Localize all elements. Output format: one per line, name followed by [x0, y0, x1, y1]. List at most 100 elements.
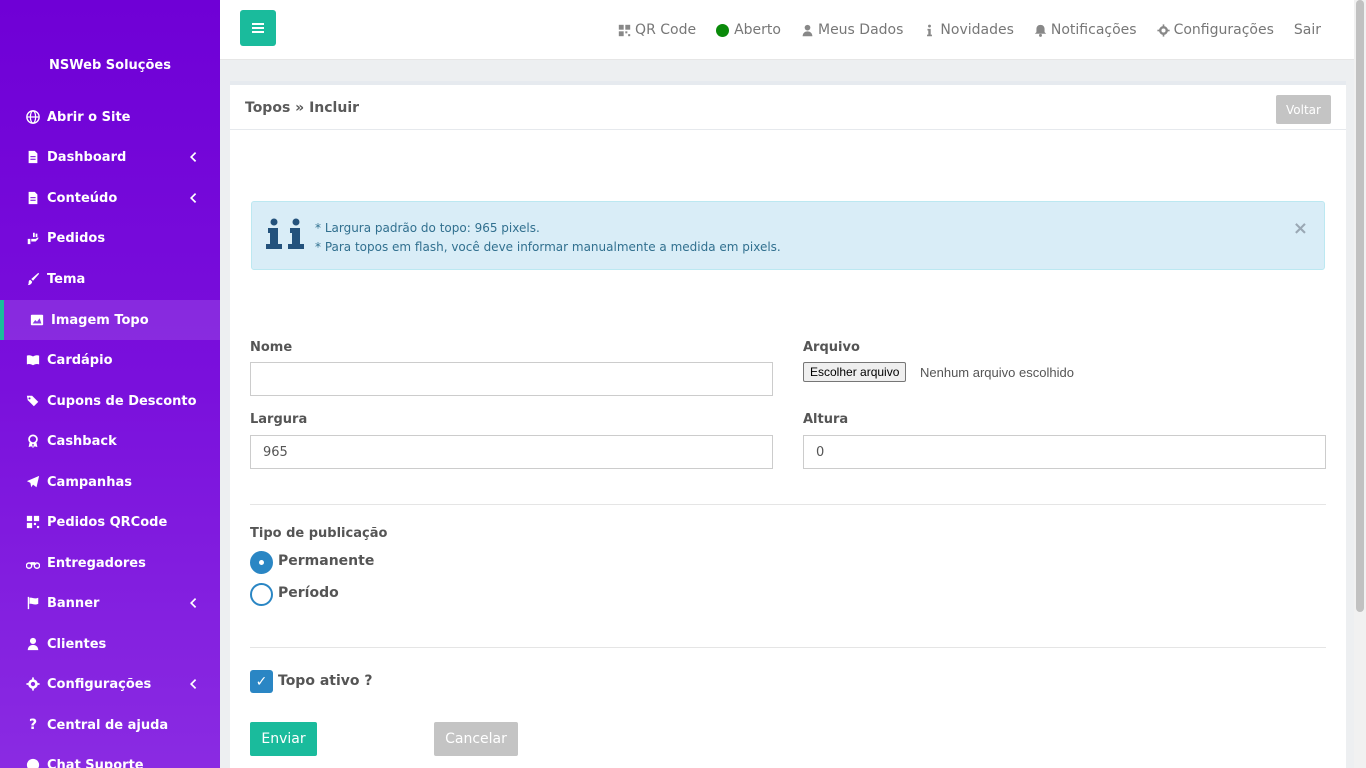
radio-permanent-label: Permanente: [278, 553, 375, 569]
scrollbar[interactable]: [1354, 0, 1366, 768]
choose-file-button[interactable]: Escolher arquivo: [803, 362, 907, 382]
flag-icon: [25, 595, 41, 611]
menu-toggle-button[interactable]: [240, 10, 276, 46]
radio-period-label: Período: [278, 585, 339, 601]
hand-icon: [25, 230, 41, 246]
qr-code-link[interactable]: QR Code: [618, 22, 696, 38]
sidebar-item-imagem-topo[interactable]: Imagem Topo: [0, 300, 220, 340]
topbar: QR Code Aberto Meus Dados Novidades Noti…: [220, 0, 1354, 60]
sidebar-item-label: Conteúdo: [47, 190, 118, 206]
gear-icon: [25, 676, 41, 692]
width-input[interactable]: [250, 435, 773, 469]
sidebar-item-configuracoes[interactable]: Configurações: [0, 664, 220, 704]
qrcode-icon: [618, 24, 631, 36]
sidebar-item-entregadores[interactable]: Entregadores: [0, 543, 220, 583]
radio-period[interactable]: [250, 583, 273, 606]
document-icon: [25, 149, 41, 165]
sidebar-item-pedidos[interactable]: Pedidos: [0, 218, 220, 258]
sidebar-item-label: Cupons de Desconto: [47, 393, 197, 409]
image-icon: [29, 312, 45, 328]
notifications-link[interactable]: Notificações: [1034, 22, 1137, 38]
sidebar-item-cardapio[interactable]: Cardápio: [0, 340, 220, 380]
main-panel: Topos » Incluir Voltar * Largura padrão …: [230, 81, 1346, 768]
close-icon[interactable]: ×: [1293, 218, 1308, 239]
motorcycle-icon: [25, 555, 41, 571]
sidebar-item-label: Cardápio: [47, 352, 113, 368]
settings-link[interactable]: Configurações: [1156, 22, 1274, 38]
divider: [250, 504, 1326, 505]
sidebar-item-label: Dashboard: [47, 149, 127, 165]
sidebar-item-label: Tema: [47, 271, 86, 287]
sidebar-item-label: Banner: [47, 595, 100, 611]
status-dot-icon: [716, 23, 730, 37]
publication-type-label: Tipo de publicação: [250, 526, 388, 541]
qr-code-label: QR Code: [635, 22, 697, 38]
alert-line: * Para topos em flash, você deve informa…: [315, 240, 781, 254]
file-label: Arquivo: [803, 340, 860, 355]
sidebar-item-banner[interactable]: Banner: [0, 583, 220, 623]
sidebar-item-abrir-site[interactable]: Abrir o Site: [0, 97, 220, 137]
user-icon: [802, 24, 813, 36]
top-navigation: QR Code Aberto Meus Dados Novidades Noti…: [618, 0, 1354, 60]
width-label: Largura: [250, 412, 308, 427]
sidebar-item-dashboard[interactable]: Dashboard: [0, 137, 220, 177]
sidebar-item-chat-suporte[interactable]: Chat Suporte: [0, 745, 220, 768]
chevron-left-icon: [188, 150, 202, 164]
status-label: Aberto: [734, 22, 781, 38]
sidebar-item-central-ajuda[interactable]: ? Central de ajuda: [0, 705, 220, 745]
active-label: Topo ativo ?: [278, 673, 373, 689]
my-data-label: Meus Dados: [817, 22, 904, 38]
user-icon: [25, 636, 41, 652]
sidebar-item-label: Pedidos QRCode: [47, 514, 168, 530]
book-icon: [25, 352, 41, 368]
sidebar-item-clientes[interactable]: Clientes: [0, 624, 220, 664]
tags-icon: [25, 393, 41, 409]
active-checkbox[interactable]: ✓: [250, 670, 273, 693]
news-label: Novidades: [940, 22, 1014, 38]
radio-permanent[interactable]: [250, 551, 273, 574]
sidebar-item-pedidos-qrcode[interactable]: Pedidos QRCode: [0, 502, 220, 542]
sidebar-item-label: Clientes: [47, 636, 107, 652]
brand-name: NSWeb Soluções: [49, 57, 171, 73]
submit-button[interactable]: Enviar: [250, 722, 317, 756]
award-icon: [25, 433, 41, 449]
sidebar-item-tema[interactable]: Tema: [0, 259, 220, 299]
sidebar-item-campanhas[interactable]: Campanhas: [0, 462, 220, 502]
divider: [250, 647, 1326, 648]
sidebar-item-conteudo[interactable]: Conteúdo: [0, 178, 220, 218]
check-icon: ✓: [255, 673, 268, 690]
height-label: Altura: [803, 412, 849, 427]
cancel-button[interactable]: Cancelar: [434, 722, 518, 756]
logout-link[interactable]: Sair: [1294, 22, 1321, 38]
status-indicator[interactable]: Aberto: [716, 22, 781, 38]
sidebar-item-label: Imagem Topo: [51, 312, 149, 328]
back-button[interactable]: Voltar: [1276, 95, 1331, 124]
chevron-left-icon: [188, 191, 202, 205]
info-icon: [265, 218, 309, 250]
question-icon: ?: [28, 717, 38, 733]
sidebar-item-label: Abrir o Site: [47, 109, 131, 125]
sidebar-item-cashback[interactable]: Cashback: [0, 421, 220, 461]
sidebar-item-label: Cashback: [47, 433, 117, 449]
sidebar-item-cupons[interactable]: Cupons de Desconto: [0, 381, 220, 421]
globe-icon: [25, 109, 41, 125]
brush-icon: [25, 271, 41, 287]
chevron-left-icon: [188, 596, 202, 610]
hamburger-icon: [252, 23, 264, 33]
my-data-link[interactable]: Meus Dados: [801, 22, 903, 38]
news-link[interactable]: Novidades: [923, 22, 1014, 38]
notifications-label: Notificações: [1050, 22, 1137, 38]
scrollbar-thumb[interactable]: [1356, 0, 1364, 612]
sidebar-item-label: Entregadores: [47, 555, 146, 571]
height-input[interactable]: [803, 435, 1326, 469]
sidebar-item-label: Configurações: [47, 676, 152, 692]
alert-text: * Largura padrão do topo: 965 pixels. * …: [315, 219, 781, 257]
name-input[interactable]: [250, 362, 773, 396]
bell-icon: [1034, 24, 1047, 37]
paper-plane-icon: [25, 474, 41, 490]
chat-icon: [25, 757, 41, 768]
sidebar-item-label: Chat Suporte: [47, 757, 144, 768]
qrcode-icon: [25, 514, 41, 530]
sidebar-item-label: Pedidos: [47, 230, 106, 246]
name-label: Nome: [250, 340, 293, 355]
